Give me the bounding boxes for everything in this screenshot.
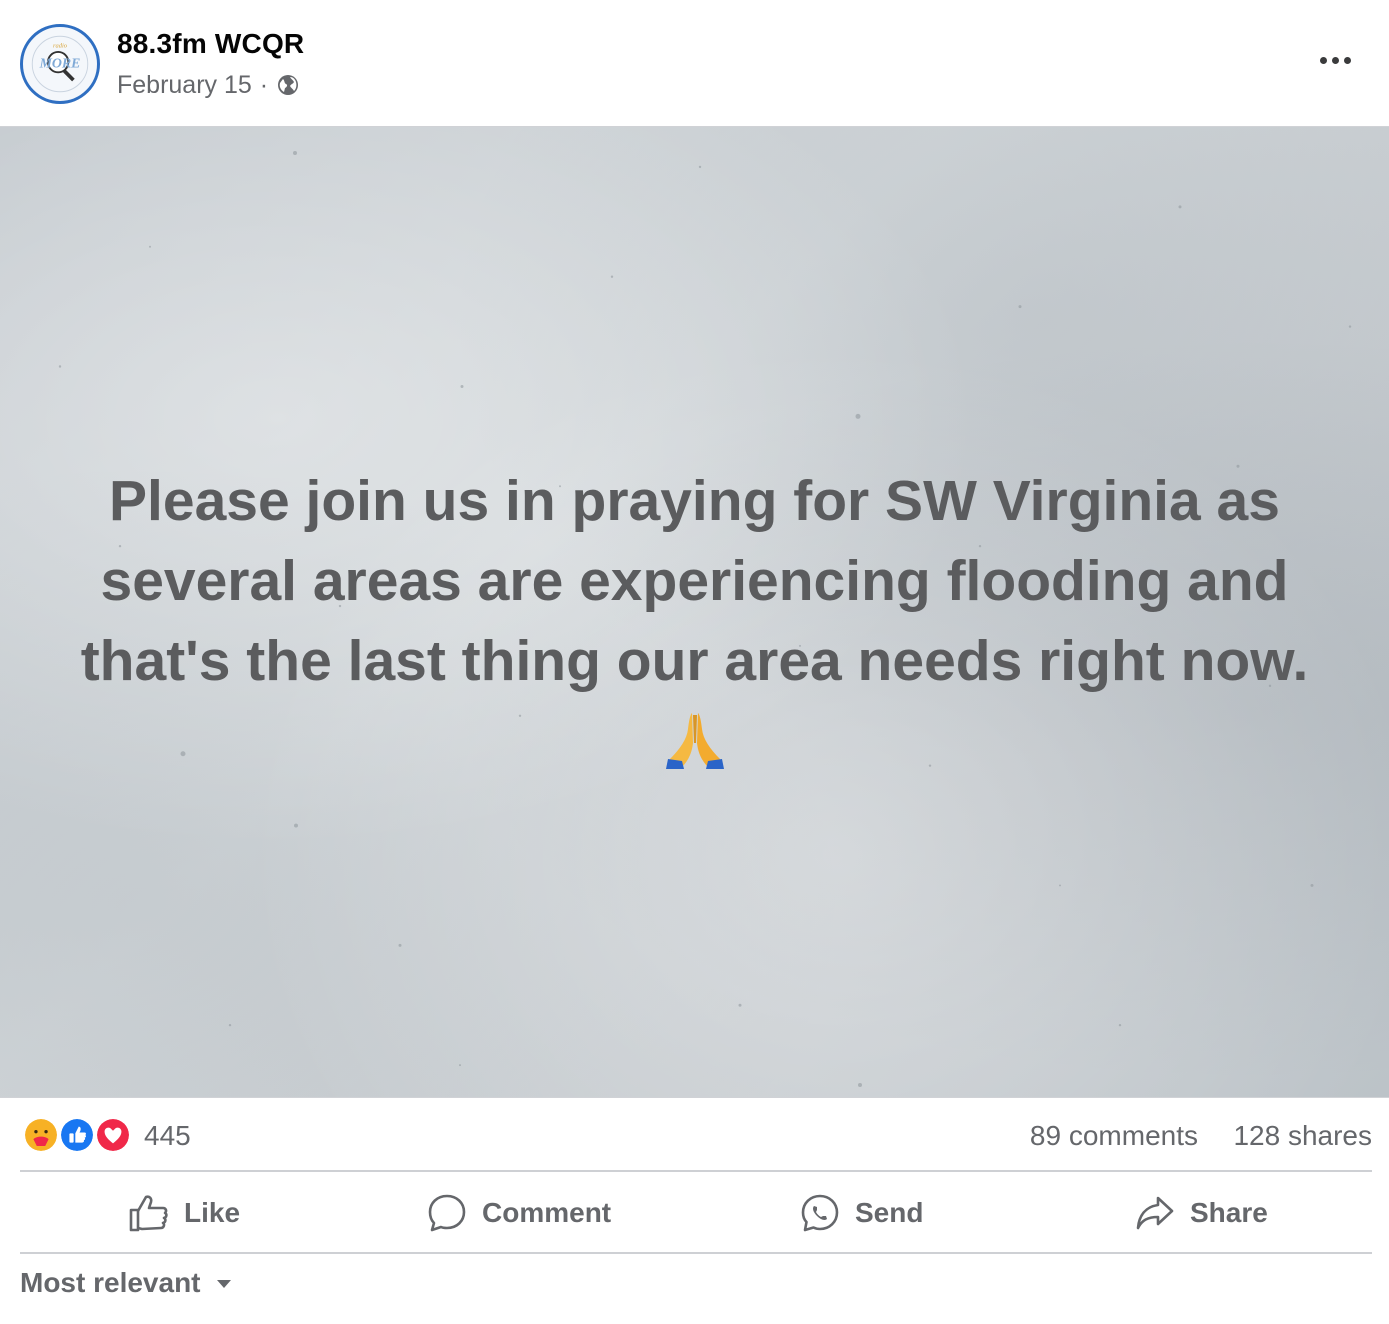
shares-count[interactable]: 128 shares — [1233, 1120, 1372, 1152]
comment-icon — [428, 1194, 466, 1232]
divider — [20, 1170, 1372, 1172]
divider — [20, 1252, 1372, 1254]
meta-separator: · — [259, 70, 269, 99]
share-button[interactable]: Share — [1134, 1173, 1268, 1253]
post-header: MORE radio 88.3fm WCQR February 15 · — [0, 0, 1389, 126]
love-icon — [94, 1116, 132, 1154]
like-icon — [58, 1116, 96, 1154]
post-date[interactable]: February 15 — [117, 71, 252, 100]
station-logo: MORE radio — [24, 28, 96, 100]
facebook-post: MORE radio 88.3fm WCQR February 15 · Ple… — [0, 0, 1389, 1324]
caret-down-icon — [216, 1280, 231, 1288]
image-caption-text: Please join us in praying for SW Virgini… — [80, 469, 1309, 693]
share-icon — [1136, 1196, 1174, 1230]
page-name[interactable]: 88.3fm WCQR — [117, 28, 304, 60]
post-image[interactable]: Please join us in praying for SW Virgini… — [0, 126, 1389, 1098]
praying-hands-emoji — [666, 713, 724, 769]
share-label: Share — [1190, 1197, 1268, 1228]
like-label: Like — [184, 1197, 241, 1228]
comment-button[interactable]: Comment — [426, 1173, 611, 1253]
care-icon — [22, 1116, 60, 1154]
send-button[interactable]: Send — [799, 1173, 923, 1253]
sort-label: Most relevant — [20, 1267, 201, 1298]
comment-label: Comment — [482, 1197, 612, 1228]
post-meta: February 15 · — [117, 69, 300, 101]
thumbs-up-icon — [129, 1195, 168, 1232]
comments-count[interactable]: 89 comments — [1030, 1120, 1198, 1152]
more-options-icon[interactable] — [1307, 40, 1363, 80]
svg-text:radio: radio — [53, 42, 68, 49]
post-actions: Like Comment Send Share — [20, 1173, 1372, 1253]
like-button[interactable]: Like — [128, 1173, 240, 1253]
comment-sort-dropdown[interactable]: Most relevant — [20, 1265, 233, 1301]
send-label: Send — [855, 1197, 924, 1228]
globe-icon[interactable] — [276, 73, 300, 97]
reaction-icons[interactable] — [22, 1116, 134, 1156]
page-avatar[interactable]: MORE radio — [20, 24, 100, 104]
avatar-logo-text: MORE — [39, 57, 81, 72]
reactions-summary: 445 89 comments 128 shares — [20, 1100, 1372, 1172]
messenger-icon — [801, 1194, 839, 1232]
reaction-count[interactable]: 445 — [144, 1120, 191, 1152]
